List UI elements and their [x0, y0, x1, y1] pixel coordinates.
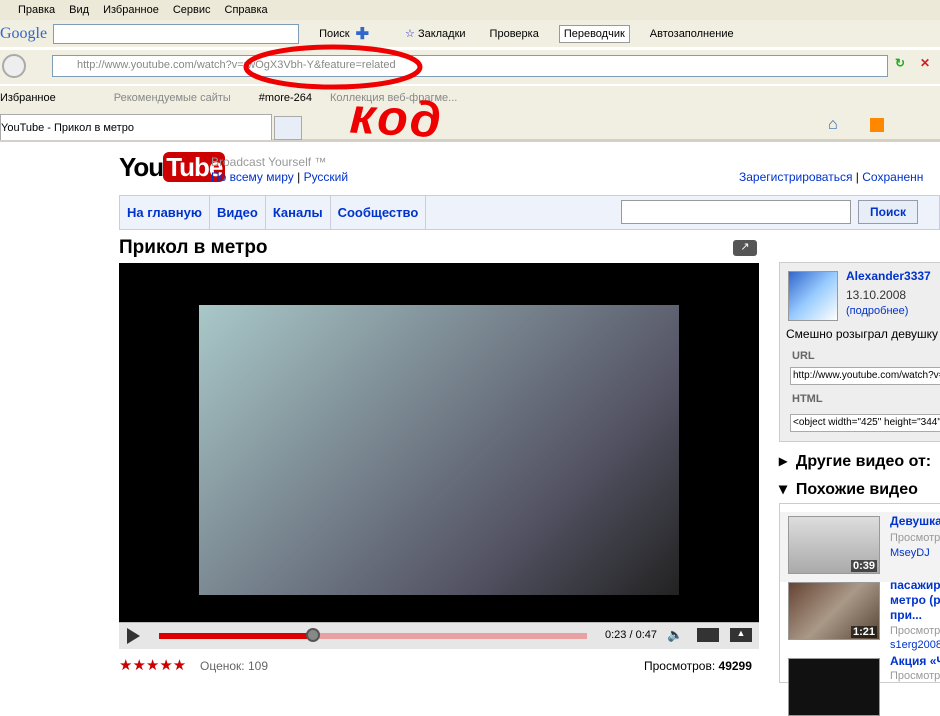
annotation-handwriting-kod: код — [348, 87, 445, 149]
annotation-circle — [243, 44, 423, 90]
annotation-overlay — [243, 44, 423, 90]
